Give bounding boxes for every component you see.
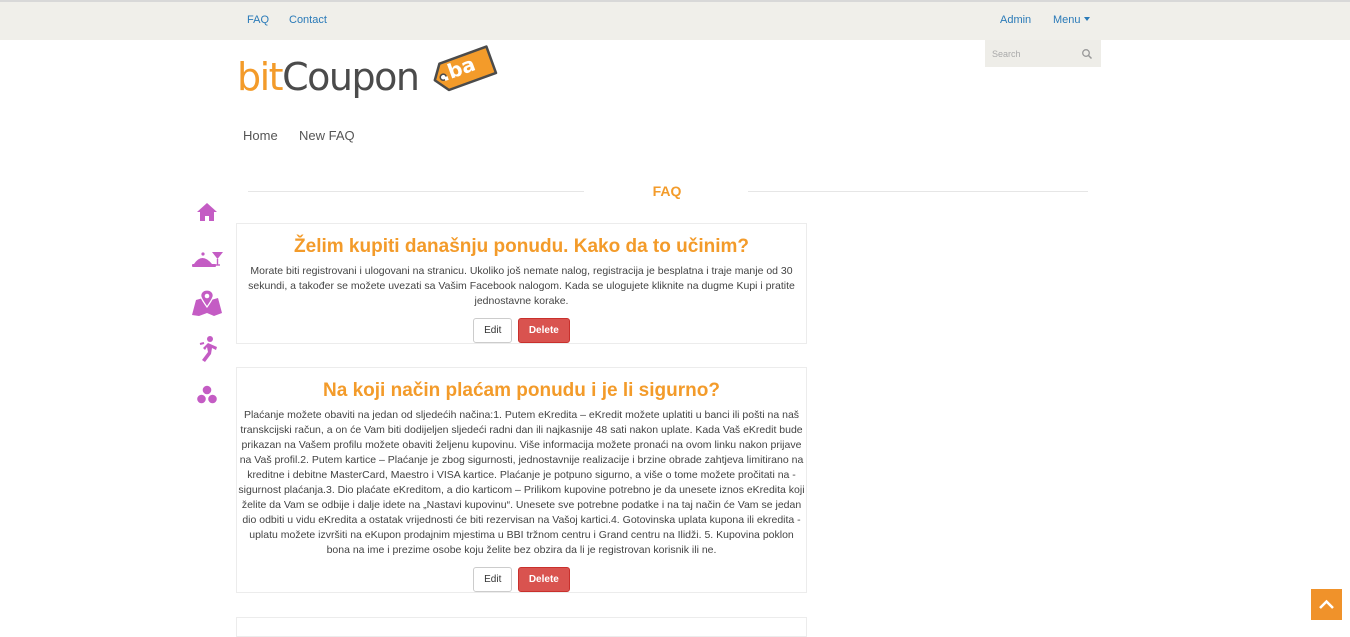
section-title: FAQ bbox=[652, 183, 682, 199]
site-logo[interactable]: bitCoupon .ba bbox=[237, 40, 499, 106]
faq-card: Na koji način plaćam ponudu i je li sigu… bbox=[236, 367, 807, 593]
scroll-to-top-button[interactable] bbox=[1311, 589, 1342, 620]
nav-home-link[interactable]: Home bbox=[243, 128, 278, 143]
top-bar: FAQ Contact Admin Menu bbox=[0, 0, 1350, 40]
faq-card: Želim kupiti današnju ponudu. Kako da to… bbox=[236, 223, 807, 344]
search-icon[interactable] bbox=[1081, 47, 1093, 60]
delete-button[interactable]: Delete bbox=[517, 567, 570, 592]
faq-question: Na koji način plaćam ponudu i je li sigu… bbox=[323, 380, 720, 401]
home-icon[interactable] bbox=[190, 199, 224, 233]
topbar-menu-dropdown[interactable]: Menu bbox=[1053, 14, 1090, 26]
faq-actions: Edit Delete bbox=[237, 567, 806, 593]
logo-wordmark: bitCoupon bbox=[237, 55, 420, 99]
topbar-admin-link[interactable]: Admin bbox=[1000, 14, 1031, 26]
section-divider-right bbox=[748, 191, 1088, 192]
section-divider-left bbox=[248, 191, 584, 192]
map-location-icon[interactable] bbox=[190, 288, 224, 322]
activity-person-icon[interactable] bbox=[190, 334, 224, 368]
edit-button[interactable]: Edit bbox=[473, 567, 513, 592]
faq-actions: Edit Delete bbox=[237, 318, 806, 344]
more-dots-icon[interactable] bbox=[190, 381, 224, 415]
food-tray-icon[interactable] bbox=[190, 244, 224, 278]
chevron-up-icon bbox=[1319, 599, 1334, 609]
faq-answer: Morate biti registrovani i ulogovani na … bbox=[248, 265, 795, 307]
topbar-contact-link[interactable]: Contact bbox=[289, 14, 327, 26]
search-input[interactable] bbox=[985, 40, 1077, 67]
search-box bbox=[985, 40, 1101, 67]
topbar-faq-link[interactable]: FAQ bbox=[247, 14, 269, 26]
delete-button[interactable]: Delete bbox=[517, 318, 570, 343]
menu-label: Menu bbox=[1053, 14, 1081, 26]
faq-answer: Plaćanje možete obaviti na jedan od slje… bbox=[238, 409, 805, 556]
faq-card bbox=[236, 617, 807, 637]
faq-question: Želim kupiti današnju ponudu. Kako da to… bbox=[294, 236, 749, 257]
nav-new-faq-link[interactable]: New FAQ bbox=[299, 128, 355, 143]
edit-button[interactable]: Edit bbox=[473, 318, 513, 343]
caret-down-icon bbox=[1083, 17, 1090, 21]
